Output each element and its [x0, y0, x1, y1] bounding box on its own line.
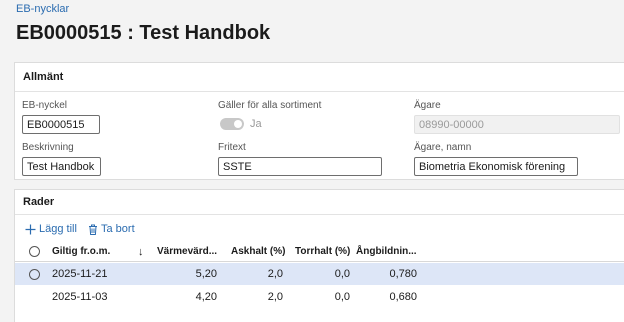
col-heat-value[interactable]: Värmevärd... — [157, 242, 225, 261]
eb-key-field[interactable] — [22, 115, 100, 134]
cell-valid-from[interactable]: 2025-11-21 — [52, 263, 132, 285]
cell-ash-content[interactable]: 2,0 — [231, 286, 283, 308]
cell-heat-value[interactable]: 5,20 — [157, 263, 217, 285]
eb-key-label: EB-nyckel — [22, 100, 68, 111]
add-row-button[interactable]: Lägg till — [25, 223, 77, 235]
description-label: Beskrivning — [22, 142, 74, 153]
cell-ash-content[interactable]: 2,0 — [231, 263, 283, 285]
arrow-down-icon: ↓ — [138, 245, 144, 258]
radio-icon — [29, 246, 40, 257]
applies-all-label: Gäller för alla sortiment — [218, 100, 322, 111]
description-field[interactable] — [22, 157, 101, 176]
rows-section-title[interactable]: Rader — [23, 196, 54, 208]
general-section-title[interactable]: Allmänt — [23, 71, 63, 83]
trash-icon — [89, 224, 97, 235]
plus-icon — [25, 224, 36, 234]
cell-heat-value[interactable]: 4,20 — [157, 286, 217, 308]
table-row[interactable]: 2025-11-21 5,20 2,0 0,0 0,780 — [15, 263, 624, 285]
col-valid-from[interactable]: Giltig fr.o.m. — [52, 242, 127, 261]
cell-valid-from[interactable]: 2025-11-03 — [52, 286, 132, 308]
cell-steam-formation[interactable]: 0,780 — [356, 263, 417, 285]
col-steam-formation[interactable]: Ångbildnin... — [356, 242, 426, 261]
toggle-knob — [234, 120, 242, 128]
cell-dry-content[interactable]: 0,0 — [295, 263, 350, 285]
rows-divider — [15, 214, 624, 215]
owner-field[interactable] — [414, 115, 620, 134]
free-text-field[interactable] — [218, 157, 382, 176]
add-row-label: Lägg till — [39, 223, 77, 235]
delete-row-button[interactable]: Ta bort — [88, 223, 135, 235]
page-title: EB0000515 : Test Handbok — [16, 22, 271, 44]
applies-all-value: Ja — [250, 118, 262, 130]
col-dry-content[interactable]: Torrhalt (%) — [295, 242, 363, 261]
applies-all-toggle[interactable] — [220, 118, 244, 130]
select-all-cell[interactable] — [29, 242, 43, 261]
rows-card: Rader Lägg till Ta bort Giltig fr.o.m. ↓… — [14, 189, 624, 322]
cell-dry-content[interactable]: 0,0 — [295, 286, 350, 308]
owner-label: Ägare — [414, 100, 441, 111]
sort-arrow-down-icon[interactable]: ↓ — [138, 242, 148, 261]
grid-header: Giltig fr.o.m. ↓ Värmevärd... Askhalt (%… — [15, 242, 624, 262]
radio-icon — [29, 268, 40, 280]
cell-steam-formation[interactable]: 0,680 — [356, 286, 417, 308]
delete-row-label: Ta bort — [101, 223, 135, 235]
col-ash-content[interactable]: Askhalt (%) — [231, 242, 291, 261]
free-text-label: Fritext — [218, 142, 246, 153]
row-select[interactable] — [29, 263, 43, 285]
general-card: Allmänt EB-nyckel Gäller för alla sortim… — [14, 62, 624, 180]
owner-name-label: Ägare, namn — [414, 142, 472, 153]
breadcrumb[interactable]: EB-nycklar — [16, 3, 69, 15]
table-row[interactable]: 2025-11-03 4,20 2,0 0,0 0,680 — [15, 286, 624, 308]
owner-name-field[interactable] — [414, 157, 578, 176]
general-divider — [15, 91, 624, 92]
